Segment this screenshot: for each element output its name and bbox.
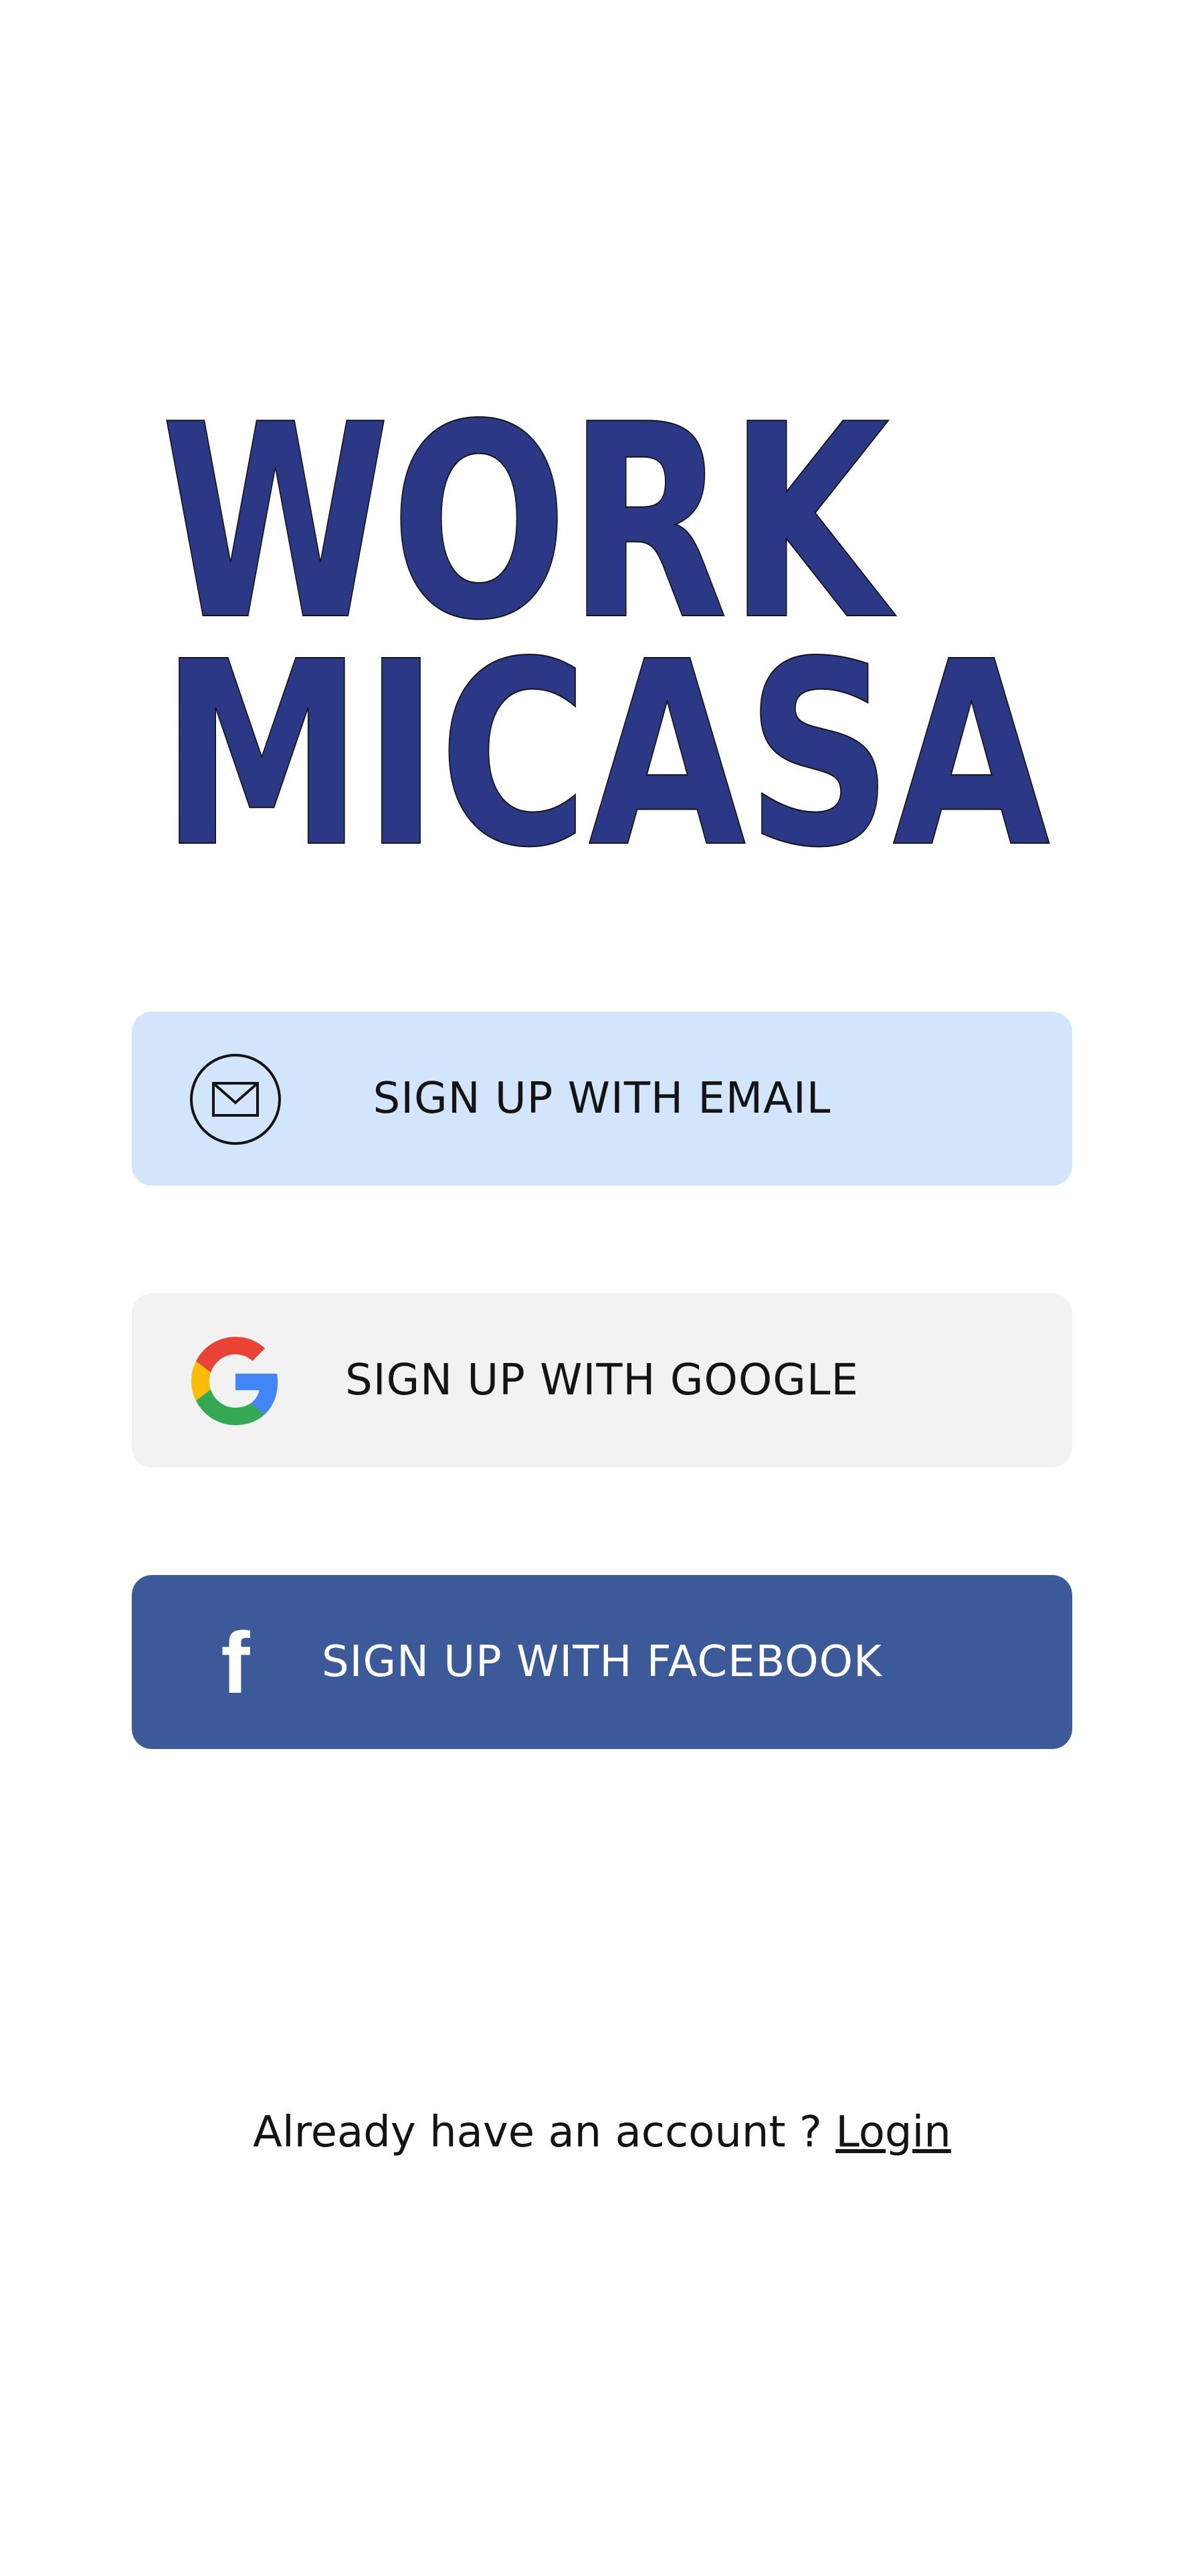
sign-up-google-label: SIGN UP WITH GOOGLE <box>345 1356 859 1405</box>
sign-up-email-label: SIGN UP WITH EMAIL <box>373 1074 831 1123</box>
sign-up-google-button[interactable]: SIGN UP WITH GOOGLE <box>132 1293 1072 1467</box>
login-prompt-text: Already have an account ? <box>253 2108 836 2157</box>
app-logo: WORK MICASA <box>161 375 1057 856</box>
login-link[interactable]: Login <box>835 2108 951 2157</box>
sign-up-email-button[interactable]: SIGN UP WITH EMAIL <box>132 1012 1072 1186</box>
sign-up-facebook-button[interactable]: f SIGN UP WITH FACEBOOK <box>132 1575 1072 1749</box>
logo-line-2: MICASA <box>161 607 1051 856</box>
sign-up-facebook-label: SIGN UP WITH FACEBOOK <box>321 1637 883 1687</box>
login-prompt: Already have an account ? Login <box>0 2108 1204 2157</box>
